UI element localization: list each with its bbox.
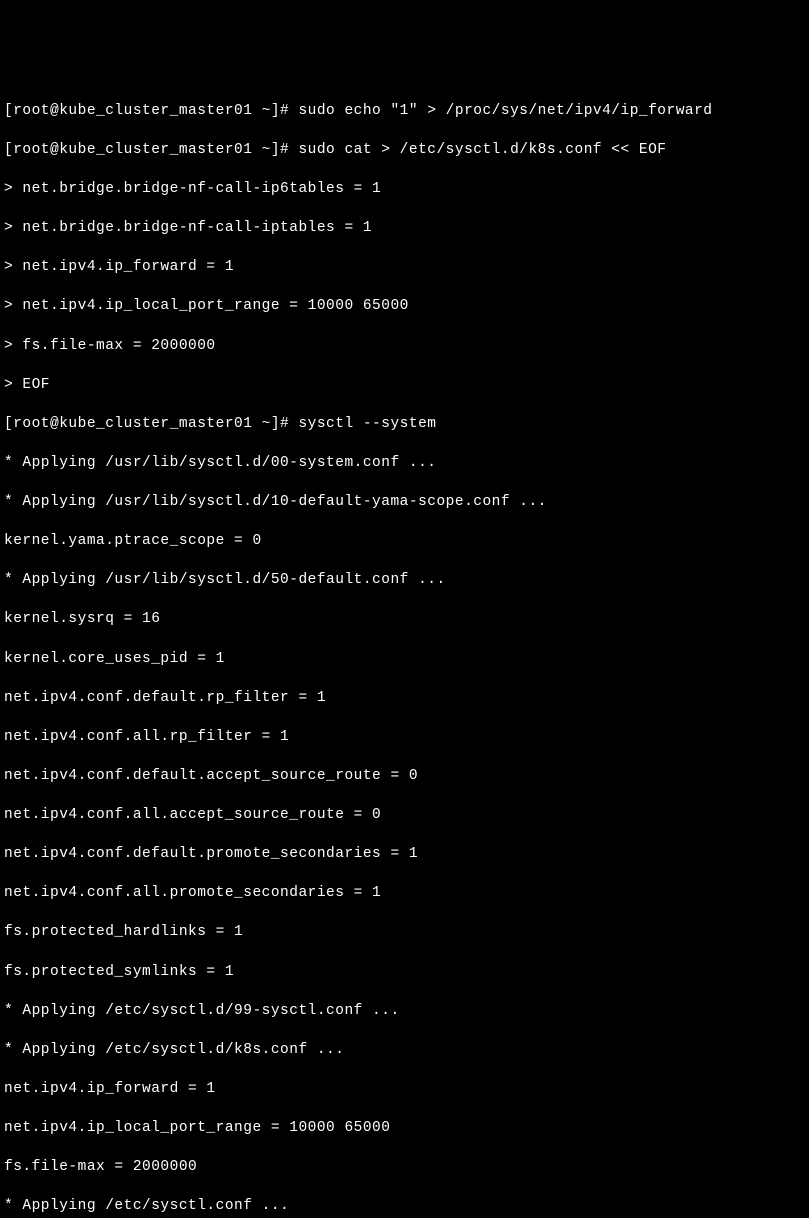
terminal-line: net.ipv4.conf.default.rp_filter = 1 (4, 689, 805, 709)
terminal-line: net.ipv4.conf.all.promote_secondaries = … (4, 884, 805, 904)
terminal-line: net.ipv4.conf.default.promote_secondarie… (4, 845, 805, 865)
terminal-line: > net.ipv4.ip_forward = 1 (4, 258, 805, 278)
terminal-line: kernel.sysrq = 16 (4, 610, 805, 630)
terminal-line: net.ipv4.ip_local_port_range = 10000 650… (4, 1119, 805, 1139)
terminal-line: kernel.core_uses_pid = 1 (4, 650, 805, 670)
terminal-line: fs.protected_hardlinks = 1 (4, 923, 805, 943)
terminal-line: net.ipv4.ip_forward = 1 (4, 1080, 805, 1100)
terminal-line: * Applying /etc/sysctl.conf ... (4, 1197, 805, 1217)
terminal-line: * Applying /usr/lib/sysctl.d/50-default.… (4, 571, 805, 591)
terminal-line: [root@kube_cluster_master01 ~]# sudo ech… (4, 102, 805, 122)
terminal-line: fs.file-max = 2000000 (4, 1158, 805, 1178)
terminal-line: * Applying /usr/lib/sysctl.d/00-system.c… (4, 454, 805, 474)
terminal-line: fs.protected_symlinks = 1 (4, 963, 805, 983)
terminal-line: > fs.file-max = 2000000 (4, 337, 805, 357)
terminal-line: * Applying /etc/sysctl.d/99-sysctl.conf … (4, 1002, 805, 1022)
terminal-line: [root@kube_cluster_master01 ~]# sysctl -… (4, 415, 805, 435)
terminal-line: > net.bridge.bridge-nf-call-iptables = 1 (4, 219, 805, 239)
terminal-output[interactable]: [root@kube_cluster_master01 ~]# sudo ech… (4, 82, 805, 1218)
terminal-line: net.ipv4.conf.all.rp_filter = 1 (4, 728, 805, 748)
terminal-line: > EOF (4, 376, 805, 396)
terminal-line: net.ipv4.conf.default.accept_source_rout… (4, 767, 805, 787)
terminal-line: > net.bridge.bridge-nf-call-ip6tables = … (4, 180, 805, 200)
terminal-line: * Applying /usr/lib/sysctl.d/10-default-… (4, 493, 805, 513)
terminal-line: * Applying /etc/sysctl.d/k8s.conf ... (4, 1041, 805, 1061)
terminal-line: [root@kube_cluster_master01 ~]# sudo cat… (4, 141, 805, 161)
terminal-line: > net.ipv4.ip_local_port_range = 10000 6… (4, 297, 805, 317)
terminal-line: net.ipv4.conf.all.accept_source_route = … (4, 806, 805, 826)
terminal-line: kernel.yama.ptrace_scope = 0 (4, 532, 805, 552)
